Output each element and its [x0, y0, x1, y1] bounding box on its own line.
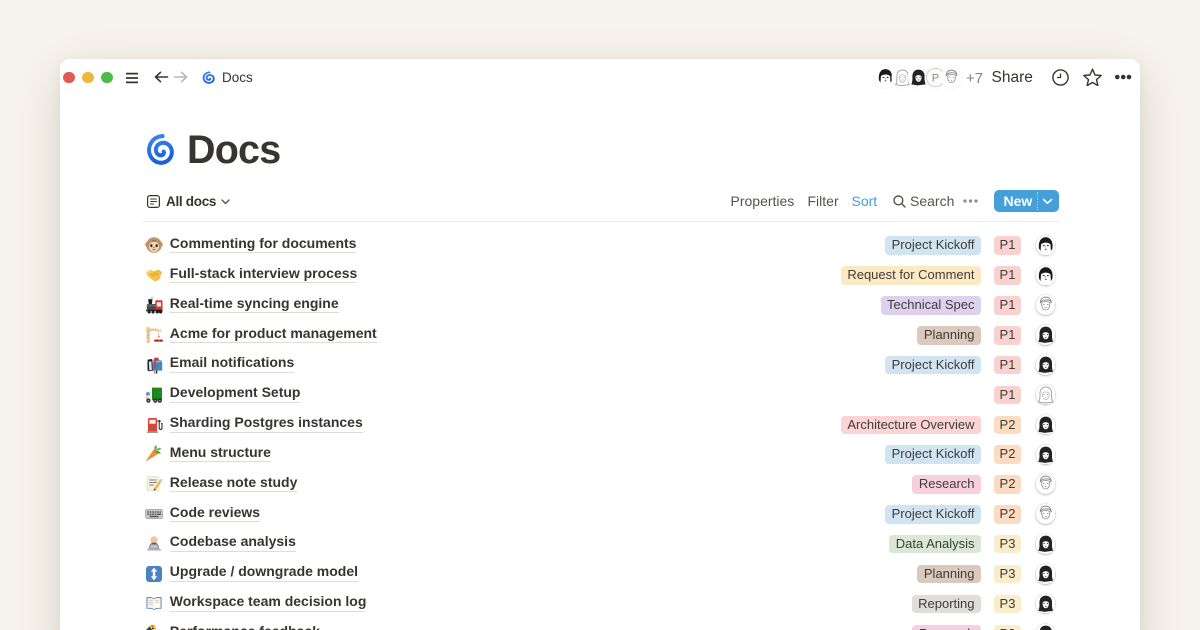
svg-text:P: P: [931, 72, 938, 84]
